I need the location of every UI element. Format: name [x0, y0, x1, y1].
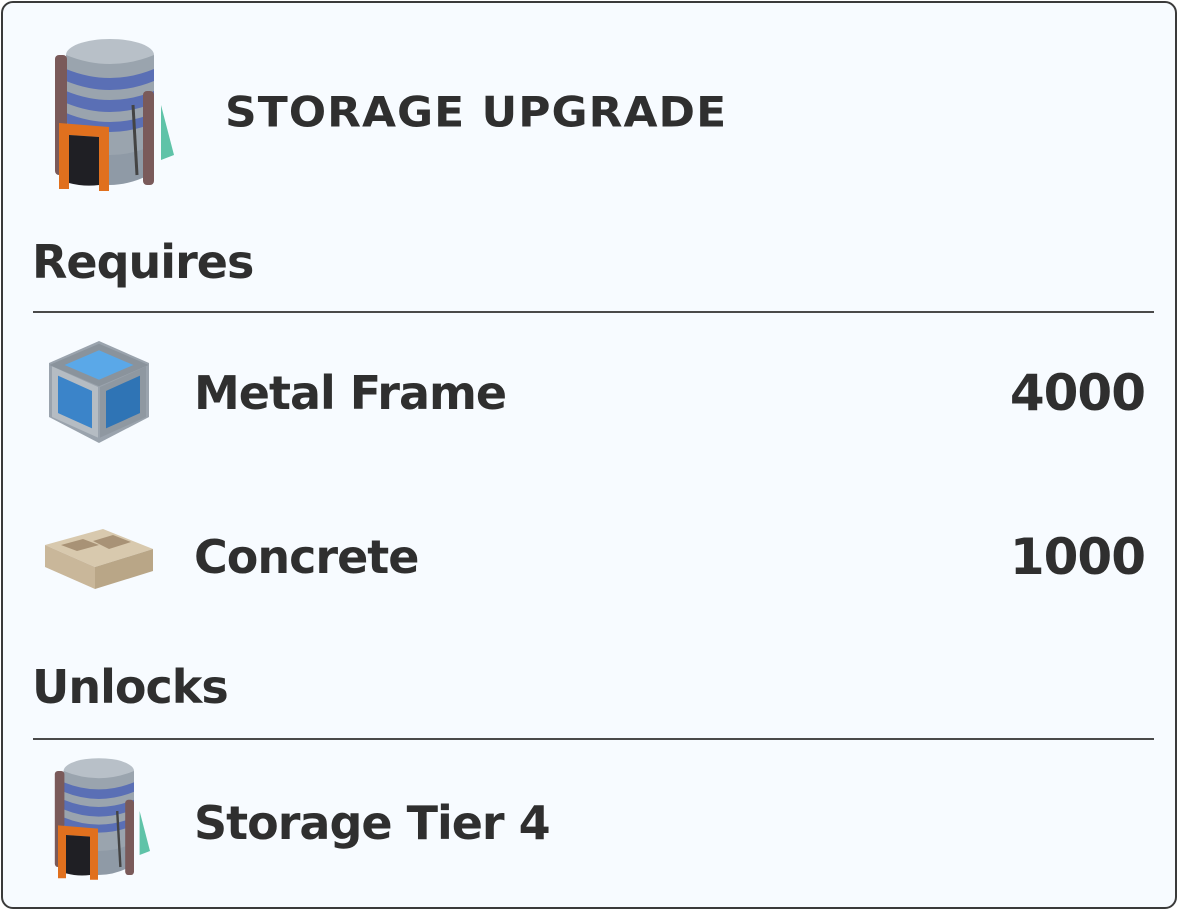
resource-quantity: 4000 [1009, 364, 1146, 422]
upgrade-card: STORAGE UPGRADE Requires Metal Frame 400… [1, 1, 1177, 909]
resource-name: Metal Frame [194, 366, 507, 420]
metal-frame-icon [43, 337, 155, 449]
page-title: STORAGE UPGRADE [225, 88, 728, 137]
divider [33, 738, 1154, 740]
resource-quantity: 1000 [1009, 528, 1146, 586]
unlocks-heading: Unlocks [32, 660, 229, 714]
unlock-name: Storage Tier 4 [194, 796, 551, 850]
resource-name: Concrete [194, 530, 419, 584]
storage-silo-icon [47, 755, 157, 883]
concrete-block-icon [41, 515, 157, 595]
requires-heading: Requires [32, 235, 254, 289]
divider [33, 311, 1154, 313]
storage-silo-icon [49, 35, 179, 195]
